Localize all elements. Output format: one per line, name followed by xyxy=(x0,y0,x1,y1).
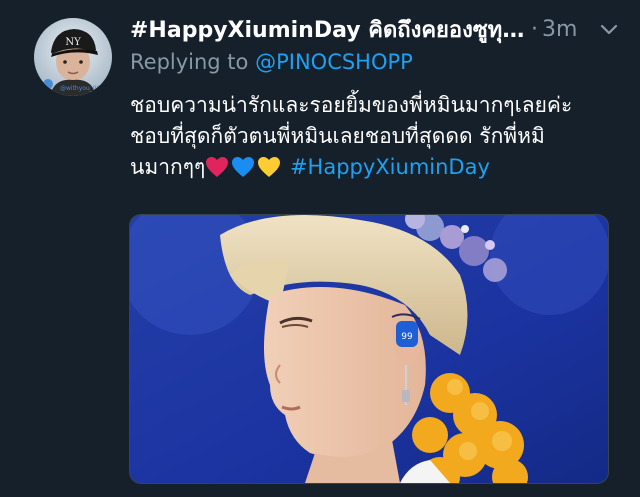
tweet-text-line-2: ชอบที่สุดก็ตัวตนพี่หมินเลยชอบที่สุดดด รั… xyxy=(130,124,545,148)
chevron-down-icon[interactable] xyxy=(598,18,620,40)
blue-heart-icon xyxy=(231,156,255,187)
avatar-image: NY @withyou_99 xyxy=(34,18,112,96)
tweet-photo[interactable]: 99 xyxy=(129,214,609,484)
replying-handle-link[interactable]: @PINOCSHOPP xyxy=(255,50,413,74)
tweet-header: #HappyXiuminDay คิดถึงคยองซูทุ... · 3m xyxy=(130,12,630,46)
hashtag-link[interactable]: #HappyXiuminDay xyxy=(290,155,490,179)
tweet-text-line-3-text: นมากๆๆ xyxy=(130,155,206,179)
avatar-caption: @withyou_99 xyxy=(60,85,101,92)
svg-text:NY: NY xyxy=(65,37,81,48)
tweet-text-line-1: ชอบความน่ารักและรอยยิ้มของพี่หมินมากๆเลย… xyxy=(130,93,573,117)
tweet-text-line-3: นมากๆๆ #HappyXiuminDay xyxy=(130,152,630,187)
avatar[interactable]: NY @withyou_99 xyxy=(34,18,112,96)
timestamp[interactable]: 3m xyxy=(542,17,577,42)
svg-text:99: 99 xyxy=(401,332,413,342)
yellow-heart-icon xyxy=(257,156,281,187)
photo-image: 99 xyxy=(130,215,608,483)
replying-to: Replying to @PINOCSHOPP xyxy=(130,50,413,74)
display-name[interactable]: #HappyXiuminDay คิดถึงคยองซูทุ... xyxy=(130,12,525,47)
red-heart-icon xyxy=(205,156,229,187)
tweet[interactable]: NY @withyou_99 #HappyXiuminDay คิดถึงคยอ… xyxy=(0,0,640,497)
tweet-text: ชอบความน่ารักและรอยยิ้มของพี่หมินมากๆเลย… xyxy=(130,90,630,187)
separator-dot: · xyxy=(531,16,538,42)
replying-label: Replying to xyxy=(130,50,249,74)
